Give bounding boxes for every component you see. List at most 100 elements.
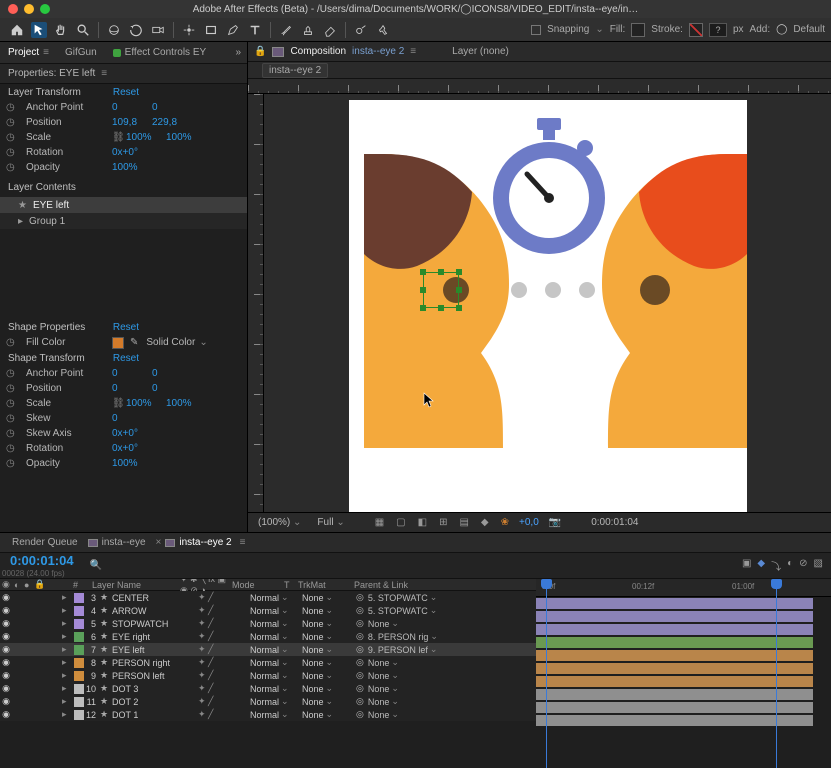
canvas-area[interactable] (264, 94, 831, 512)
track-matte-select[interactable]: None⌄ (302, 618, 356, 629)
pickwhip-icon[interactable]: ◎ (356, 592, 364, 603)
layer-switches[interactable]: ✦ ╱ (198, 618, 250, 629)
position-x[interactable]: 109,8 (112, 117, 152, 128)
track-row[interactable] (536, 688, 831, 701)
fill-swatch[interactable] (631, 23, 645, 37)
blend-mode-select[interactable]: Normal⌄ (250, 644, 302, 655)
blend-mode-select[interactable]: Normal⌄ (250, 605, 302, 616)
stopwatch-icon[interactable]: ◷ (6, 458, 20, 469)
pan-behind-icon[interactable] (181, 22, 197, 38)
label-color[interactable] (74, 697, 84, 707)
current-time[interactable]: 0:00:01:04 (0, 553, 74, 568)
label-color[interactable] (74, 632, 84, 642)
layer-row[interactable]: ◉▸5★STOPWATCH✦ ╱Normal⌄None⌄◎None⌄ (0, 617, 536, 630)
st-anchor-y[interactable]: 0 (152, 368, 192, 379)
parent-link[interactable]: ◎9. PERSON lef⌄ (356, 644, 536, 655)
stopwatch-icon[interactable]: ◷ (6, 102, 20, 113)
fill-color-swatch[interactable] (112, 337, 124, 349)
close-icon[interactable]: × (156, 537, 162, 548)
rectangle-tool-icon[interactable] (203, 22, 219, 38)
layer-switches[interactable]: ✦ ╱ (198, 670, 250, 681)
stopwatch-icon[interactable]: ◷ (6, 398, 20, 409)
blend-mode-select[interactable]: Normal⌄ (250, 631, 302, 642)
zoom-window-button[interactable] (40, 4, 50, 14)
puppet-pin-icon[interactable] (375, 22, 391, 38)
pickwhip-icon[interactable]: ◎ (356, 631, 364, 642)
comp-flowchart-icon[interactable]: ▣ (742, 558, 751, 573)
layer-name[interactable]: EYE left (110, 645, 198, 655)
layer-bar[interactable] (536, 676, 813, 687)
menu-icon[interactable]: ≡ (410, 46, 416, 57)
parent-link[interactable]: ◎None⌄ (356, 709, 536, 720)
rotation-val[interactable]: 0x+0° (112, 147, 152, 158)
eraser-tool-icon[interactable] (322, 22, 338, 38)
twirl-icon[interactable]: ▸ (62, 618, 72, 629)
visibility-toggle[interactable]: ◉ (0, 696, 12, 707)
layer-name[interactable]: DOT 1 (110, 710, 198, 720)
composition-canvas[interactable] (349, 100, 747, 512)
selection-tool-icon[interactable] (31, 22, 47, 38)
guides-icon[interactable]: ▤ (459, 517, 468, 528)
layer-name[interactable]: EYE right (110, 632, 198, 642)
pen-tool-icon[interactable] (225, 22, 241, 38)
parent-link[interactable]: ◎None⌄ (356, 696, 536, 707)
twirl-icon[interactable]: ▸ (62, 644, 72, 655)
scale-y[interactable]: 100% (166, 132, 206, 143)
selection-handles[interactable] (423, 272, 459, 308)
properties-menu-icon[interactable]: ≡ (101, 68, 107, 79)
lock-icon[interactable]: 🔒 (254, 46, 266, 57)
blend-mode-select[interactable]: Normal⌄ (250, 696, 302, 707)
transparency-grid-icon[interactable]: ▦ (375, 517, 384, 528)
shape-props-reset[interactable]: Reset (113, 322, 239, 333)
snapping-checkbox[interactable] (531, 25, 541, 35)
blend-mode-select[interactable]: Normal⌄ (250, 670, 302, 681)
eyedropper-icon[interactable]: ✎ (130, 337, 138, 348)
pickwhip-icon[interactable]: ◎ (356, 709, 364, 720)
frame-blend-icon[interactable]: ◐ (787, 558, 793, 573)
layer-name[interactable]: PERSON left (110, 671, 198, 681)
label-color[interactable] (74, 645, 84, 655)
st-rot-val[interactable]: 0x+0° (112, 443, 152, 454)
layer-transform-reset[interactable]: Reset (113, 87, 239, 98)
tab-comp-1[interactable]: insta--eye (88, 537, 146, 548)
position-y[interactable]: 229,8 (152, 117, 192, 128)
layer-row[interactable]: ◉▸12★DOT 1✦ ╱Normal⌄None⌄◎None⌄ (0, 708, 536, 721)
motion-blur-icon[interactable]: ⊘ (799, 558, 807, 573)
channel-icon[interactable]: ◆ (481, 517, 489, 528)
visibility-toggle[interactable]: ◉ (0, 670, 12, 681)
layer-row[interactable]: ◉▸10★DOT 3✦ ╱Normal⌄None⌄◎None⌄ (0, 682, 536, 695)
twirl-icon[interactable]: ▸ (62, 631, 72, 642)
resolution-select[interactable]: Full ⌄ (313, 517, 348, 528)
region-icon[interactable]: ◧ (418, 517, 427, 528)
close-window-button[interactable] (8, 4, 18, 14)
track-row[interactable] (536, 662, 831, 675)
link-icon[interactable]: ⛓ (112, 132, 126, 143)
layer-bar[interactable] (536, 689, 813, 700)
track-matte-select[interactable]: None⌄ (302, 592, 356, 603)
pickwhip-icon[interactable]: ◎ (356, 605, 364, 616)
st-scale-y[interactable]: 100% (166, 398, 206, 409)
pickwhip-icon[interactable]: ◎ (356, 683, 364, 694)
label-color[interactable] (74, 658, 84, 668)
label-color[interactable] (74, 619, 84, 629)
opacity-val[interactable]: 100% (112, 162, 152, 173)
home-icon[interactable] (9, 22, 25, 38)
label-color[interactable] (74, 710, 84, 720)
track-row[interactable] (536, 675, 831, 688)
layer-name[interactable]: DOT 2 (110, 697, 198, 707)
clone-stamp-icon[interactable] (300, 22, 316, 38)
twirl-icon[interactable]: ▸ (62, 657, 72, 668)
magnification-select[interactable]: (100%) ⌄ (254, 517, 305, 528)
panel-overflow-icon[interactable]: » (235, 47, 241, 58)
layer-switches[interactable]: ✦ ╱ (198, 657, 250, 668)
layer-switches[interactable]: ✦ ╱ (198, 644, 250, 655)
layer-switches[interactable]: ✦ ╱ (198, 696, 250, 707)
track-row[interactable] (536, 701, 831, 714)
color-mgmt-icon[interactable]: ❀ (501, 517, 509, 528)
graph-editor-icon[interactable]: ▧ (814, 558, 823, 573)
visibility-toggle[interactable]: ◉ (0, 631, 12, 642)
layer-row[interactable]: ◉▸6★EYE right✦ ╱Normal⌄None⌄◎8. PERSON r… (0, 630, 536, 643)
label-color[interactable] (74, 606, 84, 616)
stopwatch-icon[interactable]: ◷ (6, 383, 20, 394)
content-item[interactable]: ★EYE left (0, 197, 247, 213)
